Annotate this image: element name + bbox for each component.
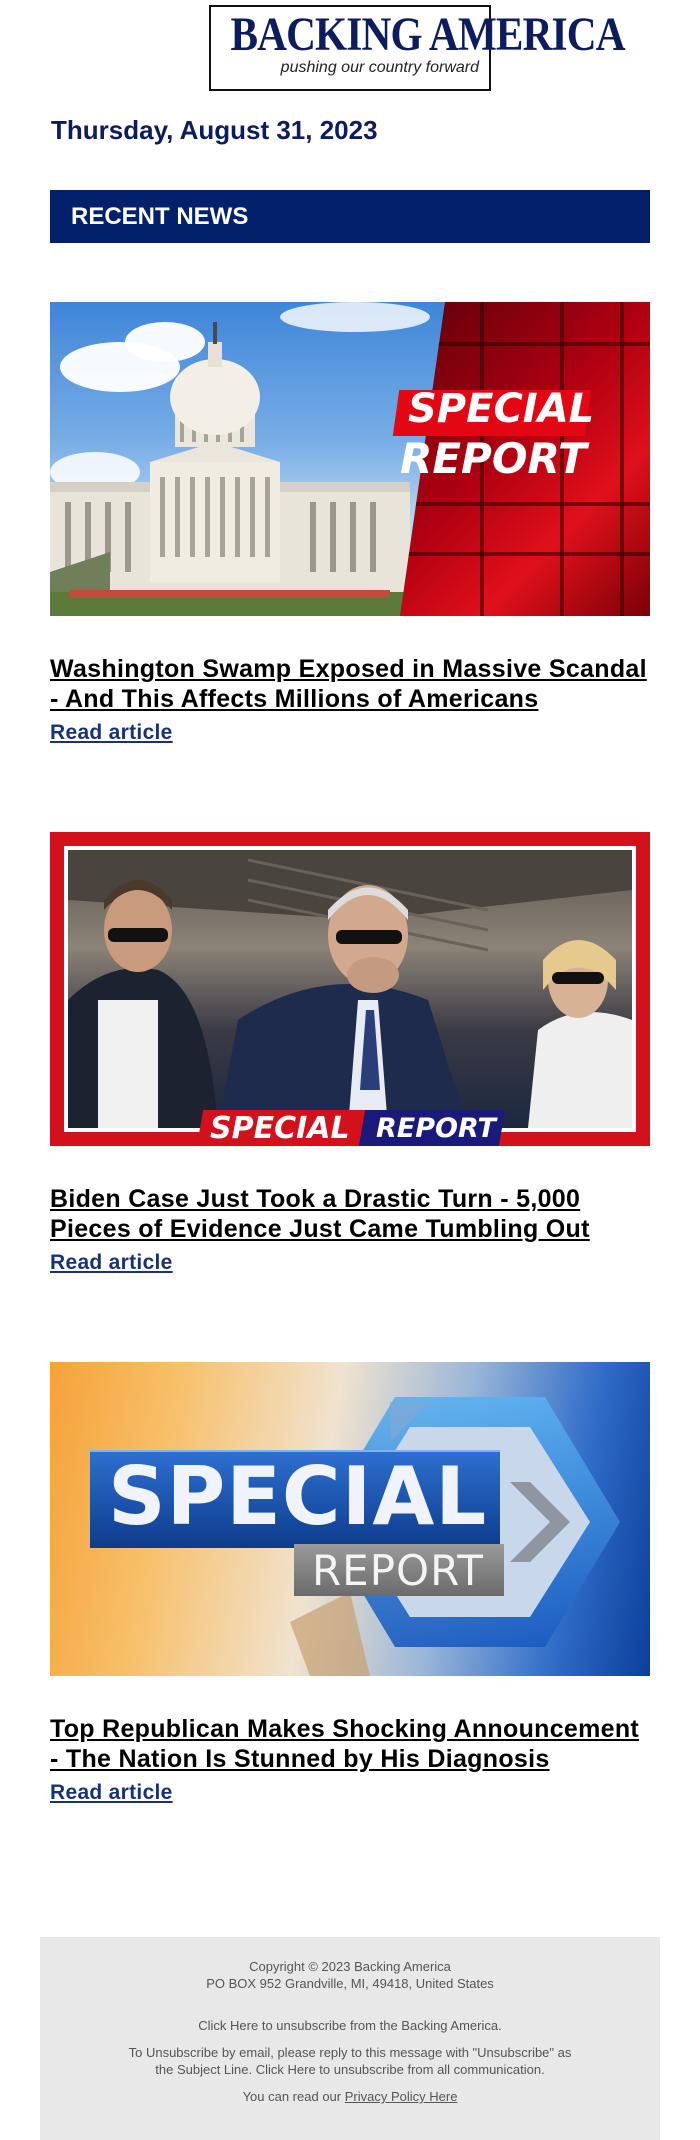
email-unsubscribe-line-2[interactable]: the Subject Line. Click Here to unsubscr… [40, 2061, 660, 2078]
article-2-title[interactable]: Biden Case Just Took a Drastic Turn - 5,… [50, 1184, 650, 1244]
article-2: SPECIAL REPORT Biden Case Just Took a Dr… [50, 832, 650, 1275]
grid-line [400, 502, 650, 506]
special-label: SPECIAL [210, 1111, 350, 1146]
privacy-prefix: You can read our [242, 2089, 342, 2104]
image-inner [64, 846, 636, 1132]
mailing-address: PO BOX 952 Grandville, MI, 49418, United… [206, 1976, 494, 1991]
report-label: REPORT [312, 1546, 484, 1595]
report-label: REPORT [400, 434, 587, 483]
grid-line [400, 552, 650, 556]
grid-line [620, 302, 624, 616]
people-illustration [68, 850, 632, 1128]
privacy-line: You can read our Privacy Policy Here [40, 2088, 660, 2105]
brand-logo[interactable]: BACKING AMERICA pushing our country forw… [209, 5, 626, 91]
unsubscribe-link[interactable]: Click Here to unsubscribe from the Backi… [40, 2017, 660, 2034]
special-report-banner: SPECIAL REPORT [196, 1110, 510, 1146]
brand-tagline: pushing our country forward [280, 59, 479, 76]
footer: Copyright © 2023 Backing America PO BOX … [40, 1937, 660, 2140]
privacy-policy-link[interactable]: Privacy Policy Here [345, 2089, 458, 2104]
copyright: Copyright © 2023 Backing America [249, 1959, 451, 1974]
article-1: SPECIAL REPORT Washington Swamp Exposed … [50, 302, 650, 745]
header: BACKING AMERICA pushing our country forw… [50, 0, 650, 91]
article-3-read-link[interactable]: Read article [50, 1781, 650, 1805]
article-2-image[interactable]: SPECIAL REPORT [50, 832, 650, 1146]
article-3-image[interactable]: SPECIAL REPORT [50, 1362, 650, 1676]
special-label: SPECIAL [108, 1450, 488, 1543]
article-1-read-link[interactable]: Read article [50, 721, 650, 745]
issue-date: Thursday, August 31, 2023 [51, 115, 378, 145]
article-1-image[interactable]: SPECIAL REPORT [50, 302, 650, 616]
article-1-title[interactable]: Washington Swamp Exposed in Massive Scan… [50, 654, 650, 714]
report-label: REPORT [376, 1113, 496, 1144]
photo [68, 850, 632, 1128]
brand-name: BACKING AMERICA [230, 8, 625, 61]
email-container: BACKING AMERICA pushing our country forw… [40, 0, 660, 2140]
email-unsubscribe-line-1: To Unsubscribe by email, please reply to… [128, 2045, 572, 2060]
article-2-read-link[interactable]: Read article [50, 1251, 650, 1275]
article-3: SPECIAL REPORT Top Republican Makes Shoc… [50, 1362, 650, 1805]
capitol-building [50, 322, 410, 616]
special-label: SPECIAL [408, 386, 595, 432]
section-header: RECENT NEWS [50, 190, 650, 243]
article-3-title[interactable]: Top Republican Makes Shocking Announceme… [50, 1714, 650, 1774]
